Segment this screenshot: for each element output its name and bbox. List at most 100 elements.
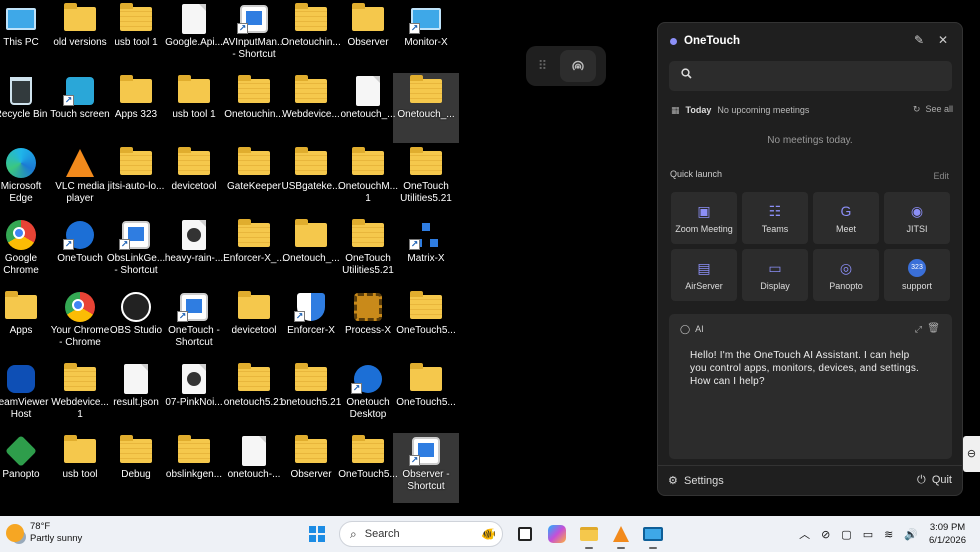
file-icon — [119, 364, 153, 394]
desktop-icon[interactable]: ↗ Onetouch Desktop — [335, 361, 401, 431]
desktop-icon[interactable]: heavy-rain-... — [161, 217, 227, 287]
vlc-icon[interactable] — [607, 520, 635, 549]
desktop-icon-label: OneTouch Utilities5.21 — [400, 181, 452, 204]
desktop-icon[interactable]: ↗ OneTouch - Shortcut — [161, 289, 227, 359]
desktop-icon[interactable]: Microsoft Edge — [0, 145, 54, 215]
desktop-icon[interactable]: OBS Studio — [103, 289, 169, 359]
folder-icon — [63, 435, 97, 466]
settings-button[interactable]: ⚙ Settings — [668, 474, 724, 487]
settings-label: Settings — [684, 475, 724, 487]
desktop-icon-label: TeamViewer Host — [0, 397, 49, 420]
desktop-icon[interactable]: TeamViewer Host — [0, 361, 54, 431]
desktop-icon[interactable]: Recycle Bin — [0, 73, 54, 143]
network-status-icon[interactable]: ⊘ — [821, 528, 830, 541]
desktop-icon-label: obslinkgen... — [165, 469, 223, 480]
edit-link[interactable]: Edit — [933, 171, 949, 181]
taskbar-apps: ⌕ Search 🐠 — [303, 520, 671, 549]
desktop-icon[interactable]: This PC — [0, 1, 54, 71]
desktop-icon[interactable]: obslinkgen... — [161, 433, 227, 503]
bin-icon — [4, 76, 38, 106]
quick-launch-tile[interactable]: ◎ Panopto — [813, 249, 879, 301]
taskbar-search-label: Search — [364, 528, 400, 540]
search-box[interactable] — [669, 61, 952, 91]
desktop-icon[interactable]: Observer — [335, 1, 401, 71]
wifi-icon[interactable]: ≋ — [884, 528, 893, 541]
zip-icon — [294, 75, 328, 106]
quick-launch-tile[interactable]: ☷ Teams — [742, 192, 808, 244]
desktop-icon[interactable]: Google.Api... — [161, 1, 227, 71]
search-input[interactable] — [699, 65, 939, 87]
start-button[interactable] — [303, 520, 331, 548]
shortcut-arrow-icon: ↗ — [237, 23, 248, 34]
desktop-icon[interactable]: devicetool — [161, 145, 227, 215]
desktop-icon[interactable]: OneTouch5... — [335, 433, 401, 503]
desktop-icon[interactable]: jitsi-auto-lo... — [103, 145, 169, 215]
quick-launch-tile[interactable]: ▭ Display — [742, 249, 808, 301]
shortcut-arrow-icon: ↗ — [409, 239, 420, 250]
desktop-icon-label: devicetool — [171, 181, 217, 192]
desktop-icon[interactable]: Google Chrome — [0, 217, 54, 287]
shortcut-arrow-icon: ↗ — [119, 239, 130, 250]
desktop-icon[interactable]: Debug — [103, 433, 169, 503]
shield-icon: ↗ — [294, 292, 328, 322]
desktop-icon[interactable]: Apps — [0, 289, 54, 359]
desktop-icon[interactable]: usb tool 1 — [161, 73, 227, 143]
desktop-icon[interactable]: result.json — [103, 361, 169, 431]
desktop-icon[interactable]: ↗ Matrix-X — [393, 217, 459, 287]
desktop-icon[interactable]: onetouch_... — [335, 73, 401, 143]
desktop-icon[interactable]: OneTouch Utilities5.21 — [335, 217, 401, 287]
onetouch-taskbar-icon[interactable] — [639, 520, 667, 549]
weather-widget[interactable]: 78°F Partly sunny — [6, 521, 82, 545]
desktop-icon[interactable]: usb tool 1 — [103, 1, 169, 71]
desktop-icon[interactable]: OneTouch Utilities5.21 — [393, 145, 459, 215]
broadcast-icon[interactable] — [560, 50, 596, 82]
desktop-icon-label: Matrix-X — [407, 253, 445, 264]
desktop-icon-label: ObsLinkGe... - Shortcut — [106, 253, 166, 276]
keyboard-icon[interactable]: ▭ — [863, 528, 873, 541]
trash-icon[interactable]: 🗑 — [927, 323, 940, 334]
sync-icon[interactable]: ▢ — [841, 528, 851, 541]
pen-icon[interactable]: ✎ — [914, 33, 924, 47]
quick-launch-tile[interactable]: ▣ Zoom Meeting — [671, 192, 737, 244]
desktop-icon[interactable]: OnetouchM... 1 — [335, 145, 401, 215]
desktop-icon-label: Panopto — [2, 469, 40, 480]
expand-icon[interactable]: ⤢ — [915, 324, 922, 335]
zip-icon — [294, 363, 328, 394]
quick-launch-grid: ▣ Zoom Meeting ☷ Teams G Meet ◉ JITSI ▤ AirServer… — [671, 192, 951, 301]
shortcut-arrow-icon: ↗ — [63, 95, 74, 106]
copilot-icon[interactable] — [543, 520, 571, 548]
desktop-icon-label: OnetouchM... 1 — [337, 181, 399, 204]
desktop-icon-label: Onetouch_... — [397, 109, 455, 120]
chevron-up-icon[interactable]: ︿ — [799, 526, 810, 542]
quick-launch-tile[interactable]: G Meet — [813, 192, 879, 244]
taskbar-search[interactable]: ⌕ Search 🐠 — [339, 521, 503, 547]
desktop-icon[interactable]: 07-PinkNoi... — [161, 361, 227, 431]
desktop-icon[interactable]: Onetouch_... — [393, 73, 459, 143]
desktop-icon[interactable]: ↗ Monitor-X — [393, 1, 459, 71]
desktop-icon[interactable]: Panopto — [0, 433, 54, 503]
media-icon — [177, 220, 211, 250]
desktop-icon[interactable]: OneTouch5... — [393, 361, 459, 431]
desktop-icon[interactable]: Process-X — [335, 289, 401, 359]
task-view-icon[interactable] — [511, 520, 539, 548]
quick-launch-tile[interactable]: 323 support — [884, 249, 950, 301]
edge-handle[interactable]: ⊖ — [963, 436, 980, 472]
refresh-icon: ↻ — [912, 104, 921, 114]
clock[interactable]: 3:09 PM 6/1/2026 — [929, 521, 966, 547]
desktop-icon[interactable]: OneTouch5... — [393, 289, 459, 359]
zip-icon — [119, 3, 153, 34]
zip-icon — [294, 3, 328, 34]
panopto-icon — [4, 435, 38, 467]
quick-launch-tile[interactable]: ▤ AirServer — [671, 249, 737, 301]
grid-dots-icon[interactable]: ⠿ — [526, 58, 560, 74]
close-icon[interactable]: ✕ — [938, 33, 948, 47]
see-all-link[interactable]: ↻ See all — [913, 104, 953, 115]
desktop-icon[interactable]: ↗ Observer - Shortcut — [393, 433, 459, 503]
folder-icon — [4, 291, 38, 322]
quit-button[interactable]: ⏻ Quit — [917, 474, 952, 487]
quick-launch-tile[interactable]: ◉ JITSI — [884, 192, 950, 244]
volume-icon[interactable]: 🔊 — [904, 528, 918, 541]
desktop-icon[interactable]: ↗ ObsLinkGe... - Shortcut — [103, 217, 169, 287]
file-explorer-icon[interactable] — [575, 520, 603, 549]
desktop-icon[interactable]: Apps 323 — [103, 73, 169, 143]
